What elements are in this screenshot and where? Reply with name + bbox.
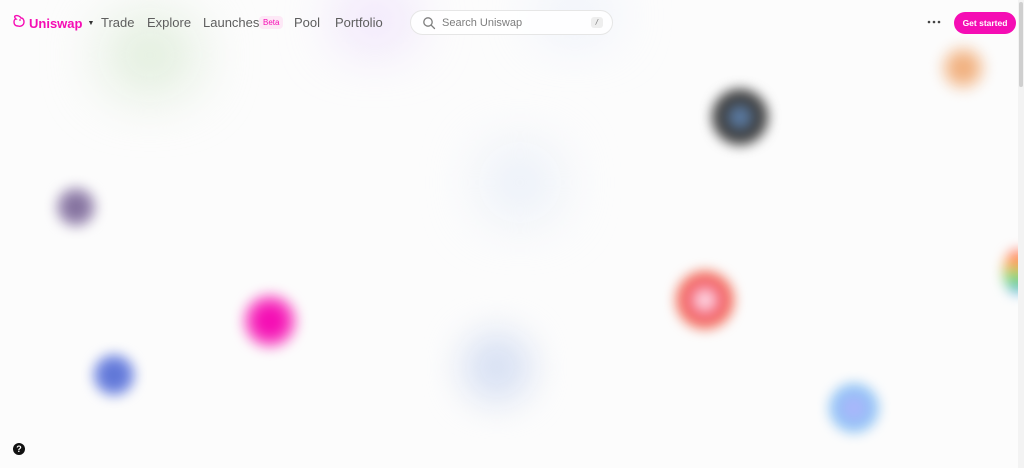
- brand-name: Uniswap: [29, 16, 83, 31]
- token-orange-gradient: [676, 271, 734, 329]
- beta-badge: Beta: [259, 16, 284, 29]
- landing-page: Uniswap ▼ Trade Explore Launches Beta Po…: [0, 0, 1024, 468]
- blue-haze-low: [462, 332, 532, 402]
- search-placeholder: Search Uniswap: [442, 17, 523, 29]
- more-horizontal-icon[interactable]: [926, 12, 942, 32]
- token-cyan-violet: [829, 383, 879, 433]
- token-pink-unicorn: [243, 294, 297, 348]
- unicorn-icon: [12, 14, 26, 33]
- top-nav: Uniswap ▼ Trade Explore Launches Beta Po…: [0, 0, 1024, 46]
- nav-trade[interactable]: Trade: [101, 15, 134, 30]
- chevron-down-icon: ▼: [87, 20, 95, 27]
- token-purple-orb: [56, 187, 96, 227]
- get-started-button[interactable]: Get started: [954, 12, 1016, 34]
- nav-pool[interactable]: Pool: [294, 15, 320, 30]
- token-dark-stripes: [712, 89, 768, 145]
- nav-launches[interactable]: Launches: [203, 15, 259, 30]
- search-icon: [422, 16, 436, 30]
- search-shortcut-key: /: [591, 17, 603, 28]
- scrollbar-thumb[interactable]: [1019, 2, 1023, 87]
- help-button[interactable]: ?: [13, 443, 25, 455]
- search-input[interactable]: Search Uniswap /: [410, 10, 613, 35]
- nav-explore[interactable]: Explore: [147, 15, 191, 30]
- blue-haze-mid: [485, 150, 555, 215]
- token-blue-orb: [93, 354, 135, 396]
- nav-portfolio[interactable]: Portfolio: [335, 15, 383, 30]
- vertical-scrollbar[interactable]: [1018, 0, 1024, 468]
- token-peach: [940, 45, 986, 91]
- logo-button[interactable]: Uniswap ▼: [12, 14, 94, 33]
